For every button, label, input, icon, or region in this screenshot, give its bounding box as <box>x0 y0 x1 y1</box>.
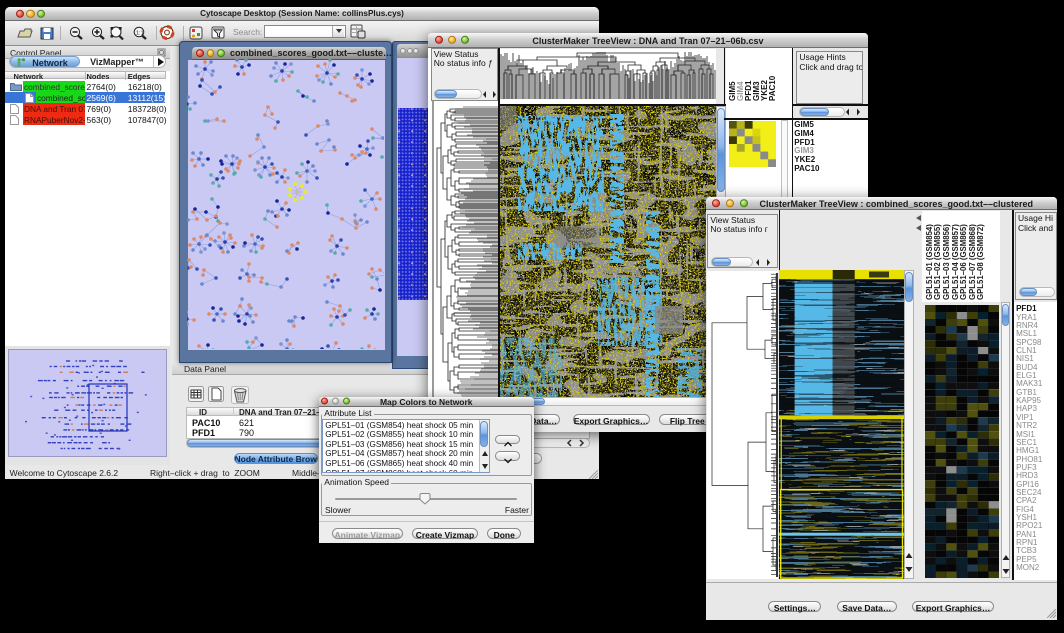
svg-text:1:1: 1:1 <box>136 31 144 37</box>
